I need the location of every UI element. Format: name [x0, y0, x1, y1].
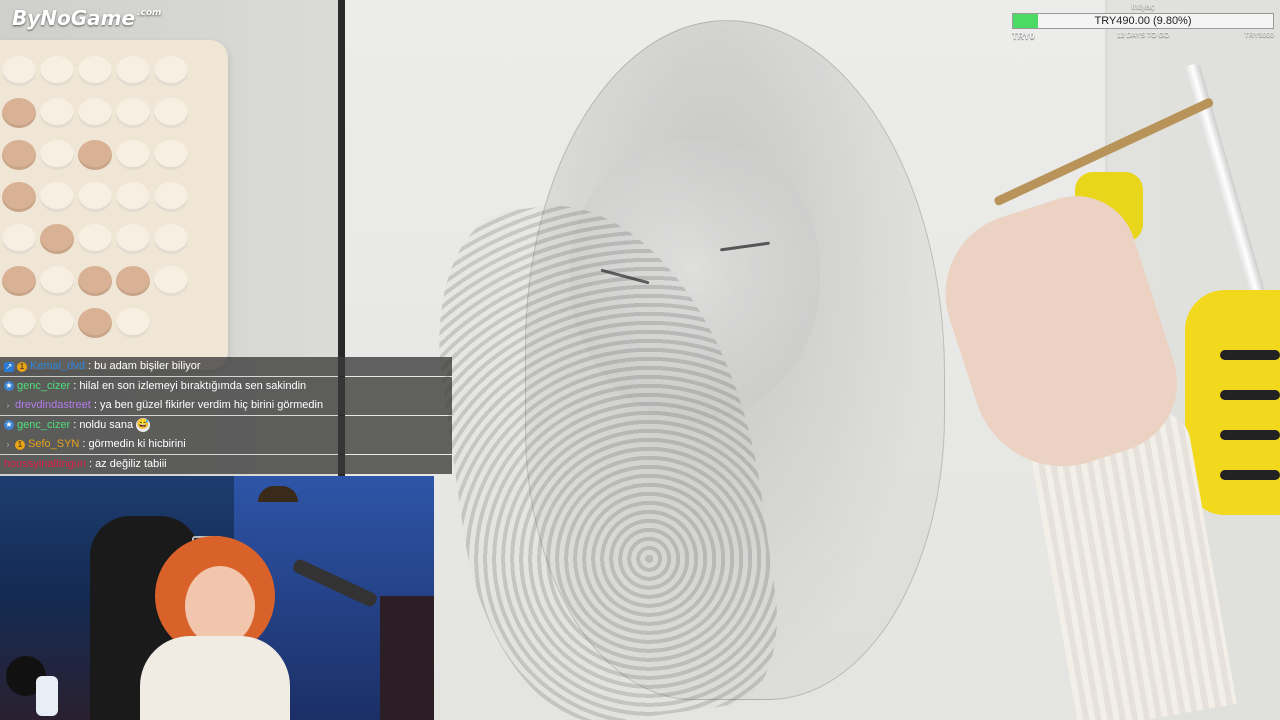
goal-end-label: TRY5000 [1244, 32, 1274, 39]
goal-progress-bar: TRY490.00 (9.80%) [1012, 13, 1274, 29]
chat-message: › drevdindastreet: ya ben güzel fikirler … [0, 396, 452, 416]
chat-username[interactable]: Kemal_dvd [30, 357, 85, 376]
goal-amount: TRY490.00 (9.80%) [1094, 15, 1192, 27]
chat-message: ★ genc_cizer: hilal en son izlemeyi bırak… [0, 376, 452, 396]
chat-username[interactable]: hoossyinaltingun [4, 455, 86, 474]
site-logo: ByNoGame .com [12, 6, 161, 30]
chat-username[interactable]: Sefo_SYN [28, 435, 79, 454]
streamer-face [185, 566, 255, 646]
arrow-badge-icon: › [6, 439, 10, 449]
emote-icon: 😅 [136, 418, 151, 433]
chat-username[interactable]: genc_cizer [17, 416, 70, 435]
chat-message: ★ genc_cizer: noldu sana 😅 [0, 415, 452, 435]
water-bottle [36, 676, 58, 716]
goal-days-left: 12 DAYS TO GO [1116, 32, 1170, 39]
star-badge-icon: ★ [4, 420, 14, 431]
webcam-feed [0, 476, 434, 720]
chat-text: : noldu sana [73, 418, 134, 431]
square-badge-icon: ↗ [4, 361, 14, 372]
chat-text: : görmedin ki hicbirini [82, 438, 186, 451]
chat-message: › 1 Sefo_SYN: görmedin ki hicbirini [0, 435, 452, 455]
chat-text: : hilal en son izlemeyi bıraktığımda sen… [73, 379, 307, 392]
shelf [380, 596, 434, 720]
coin-badge-icon: 1 [15, 439, 25, 450]
tiger-toy [1185, 290, 1280, 515]
coin-badge-icon: 1 [17, 361, 27, 372]
chat-message: ↗ 1 Kemal_dvd: bu adam bişiler biliyor [0, 357, 452, 376]
chat-text: : bu adam bişiler biliyor [88, 360, 201, 372]
arrow-badge-icon: › [6, 400, 10, 410]
star-badge-icon: ★ [4, 381, 14, 392]
logo-text: ByNoGame [12, 6, 136, 30]
chat-username[interactable]: drevdindastreet [15, 396, 91, 415]
logo-suffix: .com [137, 8, 162, 18]
donation-goal-widget: ihtiyaç TRY490.00 (9.80%) TRY0 12 DAYS T… [1012, 2, 1274, 43]
goal-title: ihtiyaç [1131, 2, 1155, 11]
chat-message: hoossyinaltingun: az değiliz tabiii [0, 454, 452, 474]
drawing-eye-right [720, 241, 770, 252]
keyboard [0, 40, 228, 370]
chat-text: : az değiliz tabiii [88, 457, 167, 470]
chat-overlay: ↗ 1 Kemal_dvd: bu adam bişiler biliyor ★ gen… [0, 357, 452, 475]
chat-text: : ya ben güzel fikirler verdim hiç birin… [93, 399, 324, 412]
streamer-body [140, 636, 290, 720]
chat-username[interactable]: genc_cizer [17, 377, 70, 396]
